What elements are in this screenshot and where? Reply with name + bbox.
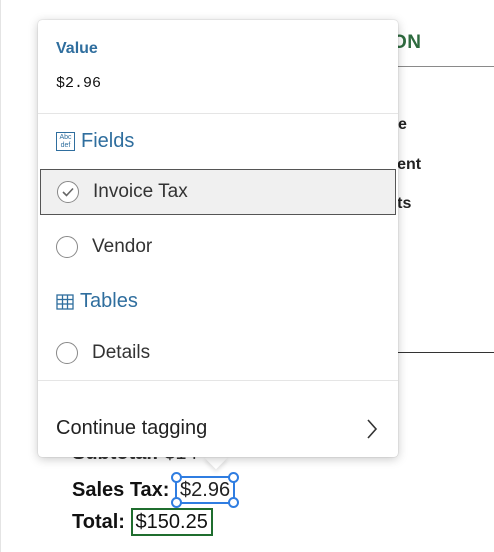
tables-heading-label: Tables	[80, 290, 138, 312]
resize-handle[interactable]	[171, 497, 183, 508]
checkmark-icon	[57, 181, 79, 203]
fields-icon: Abc def	[56, 132, 75, 151]
field-option-invoice-tax[interactable]: Invoice Tax	[40, 169, 396, 215]
table-option-details[interactable]: Details	[40, 330, 396, 376]
fields-heading: Abc def Fields	[56, 130, 134, 153]
total-label: Total:	[72, 511, 125, 533]
radio-circle-icon	[56, 236, 78, 258]
radio-circle-icon	[56, 342, 78, 364]
tables-heading: Tables	[56, 290, 138, 313]
total-row: Total: $150.25	[72, 508, 213, 536]
resize-handle[interactable]	[171, 472, 183, 483]
separator	[38, 380, 398, 381]
value-text: $2.96	[56, 75, 102, 92]
table-option-label: Details	[92, 342, 151, 363]
sales-tax-label: Sales Tax:	[72, 479, 170, 501]
document-divider	[392, 352, 494, 353]
continue-tagging-button[interactable]: Continue tagging	[38, 400, 398, 457]
field-option-vendor[interactable]: Vendor	[40, 224, 396, 270]
sales-tax-value-selection[interactable]: $2.96	[171, 472, 240, 508]
resize-handle[interactable]	[228, 497, 240, 508]
value-label: Value	[56, 40, 98, 57]
continue-tagging-label: Continue tagging	[56, 417, 208, 439]
sales-tax-row: Sales Tax: $2.96	[72, 472, 240, 508]
separator	[38, 113, 398, 114]
sales-tax-value: $2.96	[180, 479, 231, 501]
total-value: $150.25	[135, 511, 208, 533]
resize-handle[interactable]	[228, 472, 240, 483]
table-icon	[56, 293, 74, 310]
tag-popup: Value $2.96 Abc def Fields Invoice Tax Ve…	[38, 20, 398, 457]
chevron-right-icon	[367, 418, 378, 439]
fields-heading-label: Fields	[81, 130, 135, 152]
document-edge	[0, 0, 1, 552]
field-option-label: Vendor	[92, 236, 153, 257]
document-divider	[392, 66, 494, 67]
field-option-label: Invoice Tax	[93, 181, 188, 202]
total-value-tag[interactable]: $150.25	[130, 508, 213, 536]
